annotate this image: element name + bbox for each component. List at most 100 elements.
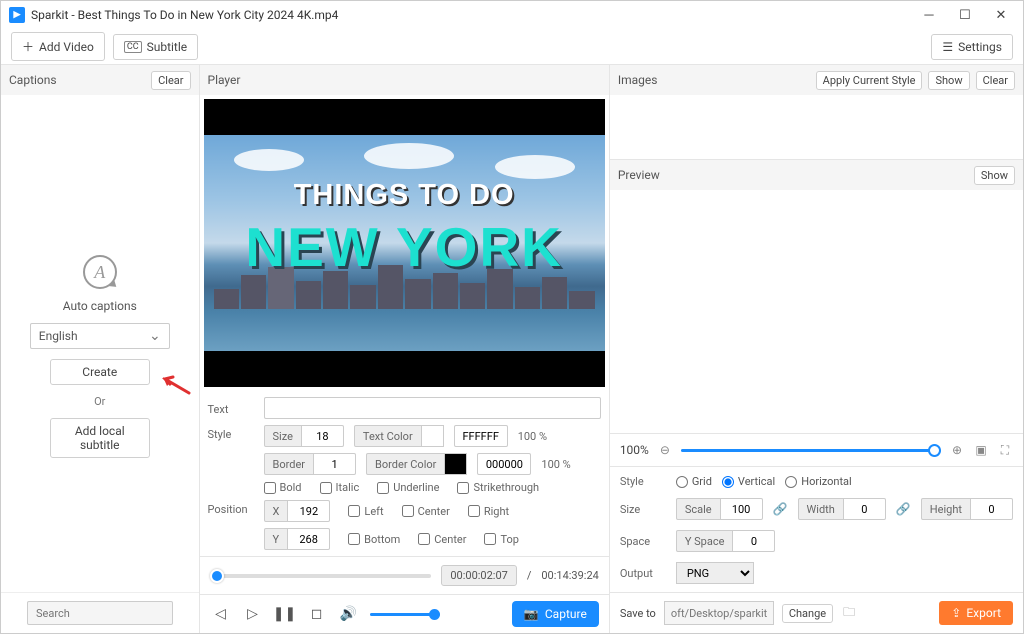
player-controls: ◁ ▷ ❚❚ ◻ 🔊 📷 Capture [200, 594, 609, 633]
captions-search-input[interactable] [27, 601, 173, 625]
zoom-out-icon[interactable]: ⊖ [657, 442, 673, 458]
captions-header: Captions Clear [1, 65, 199, 95]
preview-show-button[interactable]: Show [974, 166, 1015, 185]
minimize-button[interactable]: ─ [911, 1, 947, 29]
pointer-arrow-icon [161, 375, 191, 395]
align-top-checkbox[interactable]: Top [484, 533, 518, 546]
align-bottom-checkbox[interactable]: Bottom [348, 533, 400, 546]
player-header: Player [200, 65, 609, 95]
timeline-track[interactable] [210, 574, 432, 578]
align-right-checkbox[interactable]: Right [468, 505, 509, 518]
save-to-label: Save to [620, 607, 656, 620]
border-color-swatch[interactable] [445, 453, 467, 475]
fullscreen-icon[interactable]: ⛶ [997, 442, 1013, 458]
style-horizontal-radio[interactable]: Horizontal [785, 475, 852, 488]
captions-body: A Auto captions English ⌄ Create Or Add … [1, 95, 199, 592]
preview-options: Style Grid Vertical Horizontal Size Scal… [610, 466, 1023, 592]
maximize-button[interactable]: ☐ [947, 1, 983, 29]
current-time: 00:00:02:07 [441, 565, 516, 586]
preview-header: Preview Show [610, 160, 1023, 190]
capture-button[interactable]: 📷 Capture [512, 601, 599, 627]
italic-checkbox[interactable]: Italic [320, 481, 360, 494]
window-title: Sparkit - Best Things To Do in New York … [31, 8, 911, 22]
next-frame-button[interactable]: ▷ [242, 603, 264, 625]
text-color-swatch[interactable] [422, 425, 444, 447]
change-path-button[interactable]: Change [782, 604, 833, 623]
title-bar: ▶ Sparkit - Best Things To Do in New Yor… [1, 1, 1023, 29]
right-panel: Images Apply Current Style Show Clear Pr… [610, 65, 1023, 633]
export-button[interactable]: ⇪ Export [939, 601, 1013, 625]
images-title: Images [618, 73, 658, 87]
plus-icon: ＋ [22, 38, 34, 55]
link-icon[interactable]: 🔗 [896, 502, 911, 516]
close-button[interactable]: ✕ [983, 1, 1019, 29]
size-group: Size [264, 425, 344, 447]
create-captions-button[interactable]: Create [50, 359, 150, 385]
fit-icon[interactable]: ▣ [973, 442, 989, 458]
strikethrough-checkbox[interactable]: Strikethrough [457, 481, 539, 494]
volume-slider[interactable] [370, 613, 440, 616]
chevron-down-icon: ⌄ [149, 328, 161, 344]
total-time: 00:14:39:24 [541, 569, 598, 582]
output-format-select[interactable]: PNG [676, 562, 754, 584]
bold-checkbox[interactable]: Bold [264, 481, 302, 494]
auto-captions-icon: A [83, 255, 117, 289]
video-preview[interactable]: THINGS TO DO NEW YORK [204, 99, 605, 387]
style-vertical-radio[interactable]: Vertical [722, 475, 775, 488]
folder-icon[interactable]: 🗀 [841, 605, 857, 621]
video-overlay-line2: NEW YORK [204, 215, 605, 279]
stop-button[interactable]: ◻ [306, 603, 328, 625]
align-left-checkbox[interactable]: Left [348, 505, 383, 518]
border-color-hex-input[interactable] [477, 453, 531, 475]
prev-space-label: Space [620, 535, 666, 548]
preview-body [610, 190, 1023, 433]
pos-x-input[interactable] [288, 500, 330, 522]
preview-panel: Preview Show 100% ⊖ ⊕ ▣ ⛶ Style Grid [610, 160, 1023, 633]
images-show-button[interactable]: Show [928, 71, 969, 90]
images-header: Images Apply Current Style Show Clear [610, 65, 1023, 95]
add-local-subtitle-button[interactable]: Add local subtitle [50, 418, 150, 458]
style-grid-radio[interactable]: Grid [676, 475, 712, 488]
zoom-slider[interactable] [681, 449, 941, 452]
scale-input[interactable] [721, 498, 763, 520]
auto-captions-label: Auto captions [63, 299, 137, 313]
subtitle-button[interactable]: CC Subtitle [113, 34, 198, 60]
player-title: Player [208, 73, 241, 87]
text-label: Text [208, 400, 256, 416]
align-center-h-checkbox[interactable]: Center [402, 505, 450, 518]
save-row: Save to oft/Desktop/sparkit Change 🗀 ⇪ E… [610, 592, 1023, 633]
captions-clear-button[interactable]: Clear [151, 71, 190, 90]
output-label: Output [620, 567, 666, 580]
size-input[interactable] [302, 425, 344, 447]
width-input[interactable] [844, 498, 886, 520]
volume-icon[interactable]: 🔊 [338, 603, 360, 625]
caption-style-form: Text Style Size Text Color 100 % Border [200, 391, 609, 556]
underline-checkbox[interactable]: Underline [377, 481, 439, 494]
zoom-in-icon[interactable]: ⊕ [949, 442, 965, 458]
timeline-thumb[interactable] [210, 569, 224, 583]
caption-text-input[interactable] [264, 397, 601, 419]
camera-icon: 📷 [524, 607, 539, 621]
prev-frame-button[interactable]: ◁ [210, 603, 232, 625]
pause-button[interactable]: ❚❚ [274, 603, 296, 625]
yspace-input[interactable] [733, 530, 775, 552]
border-input[interactable] [314, 453, 356, 475]
apply-style-button[interactable]: Apply Current Style [816, 71, 923, 90]
language-select[interactable]: English ⌄ [30, 323, 170, 349]
text-color-hex-input[interactable] [454, 425, 508, 447]
prev-size-label: Size [620, 503, 666, 516]
zoom-thumb[interactable] [928, 444, 941, 457]
captions-search [1, 592, 199, 633]
text-color-group: Text Color [354, 425, 444, 447]
images-clear-button[interactable]: Clear [976, 71, 1015, 90]
align-center-v-checkbox[interactable]: Center [418, 533, 466, 546]
settings-button[interactable]: ☰ Settings [931, 34, 1013, 60]
pos-y-input[interactable] [288, 528, 330, 550]
height-input[interactable] [971, 498, 1013, 520]
images-panel: Images Apply Current Style Show Clear [610, 65, 1023, 160]
link-icon[interactable]: 🔗 [773, 502, 788, 516]
video-overlay-line1: THINGS TO DO [204, 179, 605, 212]
zoom-row: 100% ⊖ ⊕ ▣ ⛶ [610, 433, 1023, 466]
text-alpha-readout: 100 % [518, 430, 547, 443]
add-video-button[interactable]: ＋ Add Video [11, 32, 105, 61]
